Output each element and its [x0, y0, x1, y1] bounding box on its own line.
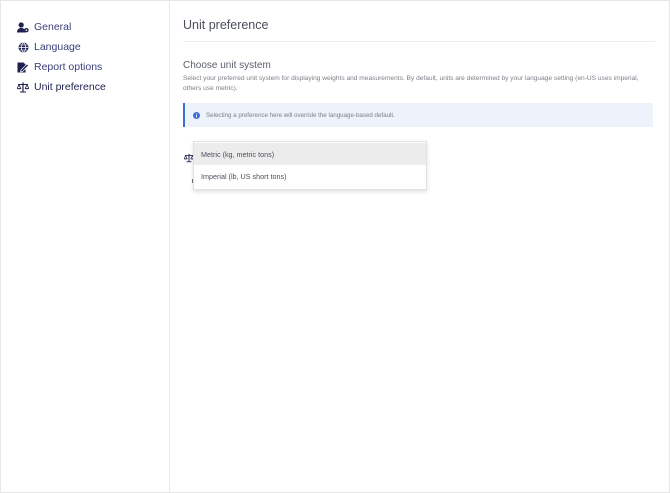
sidebar-item-general[interactable]: General: [17, 19, 71, 35]
scale-icon: [17, 81, 29, 93]
sidebar: General Language Report options Unit pre…: [1, 1, 170, 492]
info-icon: [193, 111, 200, 119]
info-notice-text: Selecting a preference here will overrid…: [206, 111, 395, 119]
main-content: Unit preference Choose unit system Selec…: [170, 1, 669, 492]
title-divider: [183, 41, 655, 42]
sidebar-item-language[interactable]: Language: [17, 39, 81, 55]
sidebar-item-label: General: [34, 21, 72, 33]
option-imperial[interactable]: Imperial (lb, US short tons): [194, 165, 426, 187]
user-gear-icon: [17, 21, 29, 33]
section-description: Select your preferred unit system for di…: [183, 75, 639, 92]
option-metric[interactable]: Metric (kg, metric tons): [194, 143, 426, 165]
settings-window: General Language Report options Unit pre…: [0, 0, 670, 493]
sidebar-item-report-options[interactable]: Report options: [17, 59, 102, 75]
unit-dropdown-menu[interactable]: Metric (kg, metric tons) Imperial (lb, U…: [193, 141, 427, 190]
sidebar-item-unit-preference[interactable]: Unit preference: [17, 79, 106, 95]
sidebar-item-label: Unit preference: [34, 81, 106, 93]
sidebar-item-label: Language: [34, 41, 81, 53]
sidebar-item-label: Report options: [34, 61, 103, 73]
report-edit-icon: [17, 61, 29, 73]
globe-icon: [17, 41, 29, 53]
section-title: Choose unit system: [183, 60, 271, 71]
page-title: Unit preference: [183, 18, 269, 32]
info-notice: Selecting a preference here will overrid…: [183, 103, 653, 127]
